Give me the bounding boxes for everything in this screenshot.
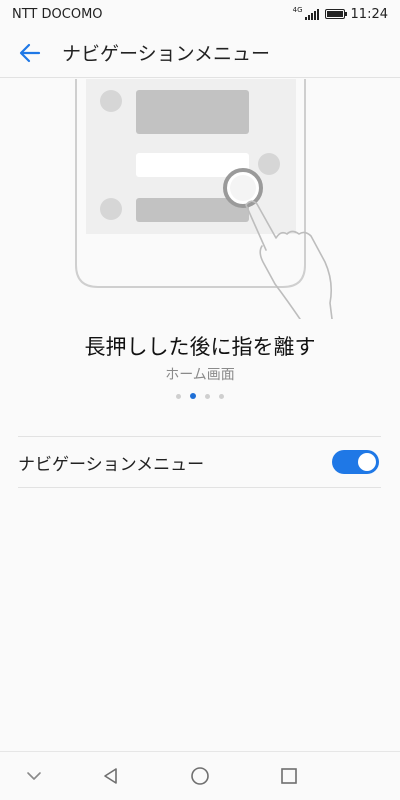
navigation-menu-setting-row[interactable]: ナビゲーションメニュー xyxy=(18,436,381,488)
signal-icon xyxy=(304,8,319,20)
page-dot xyxy=(176,393,181,399)
nav-home-button[interactable] xyxy=(176,752,224,800)
page-dot-active xyxy=(190,393,196,399)
network-type-label: 4G xyxy=(292,5,303,14)
system-navigation-bar xyxy=(0,751,400,800)
tutorial-subtitle: ホーム画面 xyxy=(165,367,235,383)
chevron-down-icon xyxy=(27,772,41,780)
nav-back-button[interactable] xyxy=(87,752,135,800)
back-button[interactable] xyxy=(0,28,60,78)
tutorial-title: 長押しした後に指を離す xyxy=(84,335,316,359)
screen-dot xyxy=(100,90,122,112)
page-title: ナビゲーションメニュー xyxy=(62,43,271,65)
back-triangle-icon xyxy=(104,768,117,784)
navigation-menu-toggle[interactable] xyxy=(332,450,379,474)
carrier-label: NTT DOCOMO xyxy=(12,6,103,22)
screen-bar xyxy=(136,90,249,134)
navigation-menu-illustration xyxy=(75,79,333,319)
status-bar: NTT DOCOMO 4G 11:24 xyxy=(0,0,400,28)
arrow-left-icon xyxy=(19,43,41,62)
battery-icon xyxy=(324,9,347,19)
recents-square-icon xyxy=(281,768,297,784)
hide-nav-button[interactable] xyxy=(10,752,58,800)
status-icons: 4G 11:24 xyxy=(292,5,388,22)
setting-label: ナビゲーションメニュー xyxy=(18,454,205,475)
page-indicator xyxy=(0,393,400,399)
clock: 11:24 xyxy=(350,6,388,22)
page-dot xyxy=(205,393,210,399)
nav-recents-button[interactable] xyxy=(265,752,313,800)
app-bar: ナビゲーションメニュー xyxy=(0,28,400,78)
home-circle-icon xyxy=(191,767,209,785)
screen-dot xyxy=(100,198,122,220)
toggle-knob xyxy=(358,453,376,471)
screen-dot xyxy=(258,153,280,175)
page-dot xyxy=(219,393,224,399)
